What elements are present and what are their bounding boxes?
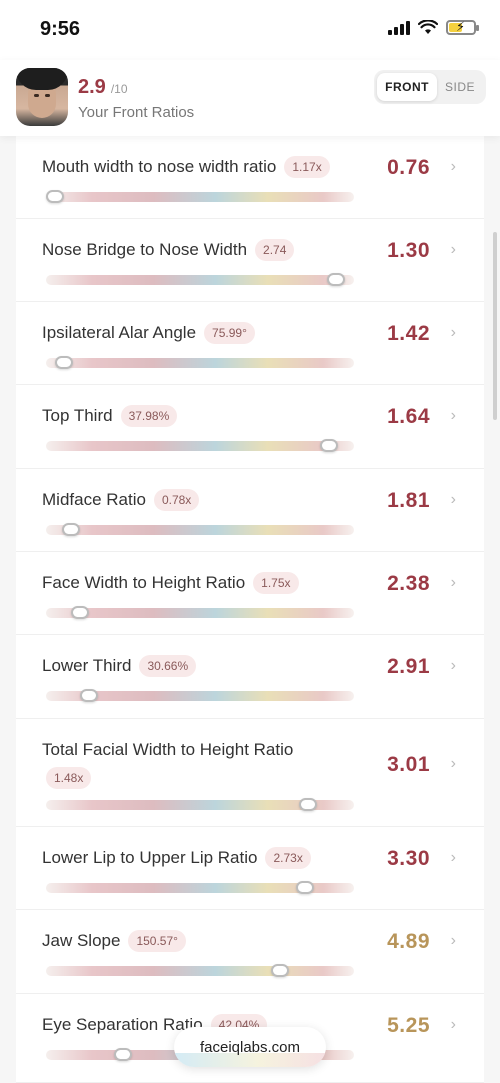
ratios-list: Mouth width to nose width ratio 1.17x 0.… [16, 136, 484, 1083]
view-toggle: FRONT SIDE [374, 70, 486, 104]
ratio-range-bar [46, 689, 354, 702]
ratio-measurement-badge: 0.78x [153, 489, 200, 511]
ratio-score: 1.64 [387, 405, 430, 428]
ratio-measurement-badge: 75.99° [204, 322, 255, 344]
ratio-position-marker [70, 606, 89, 619]
chevron-right-icon: › [450, 1016, 456, 1033]
chevron-right-icon: › [450, 849, 456, 866]
header: 2.9 /10 Your Front Ratios FRONT SIDE [0, 60, 500, 136]
ratio-score: 3.30 [387, 847, 430, 870]
ratio-score: 2.38 [387, 572, 430, 595]
ratio-position-marker [61, 523, 80, 536]
chevron-right-icon: › [450, 657, 456, 674]
ratio-measurement-badge: 150.57° [128, 930, 186, 952]
ratio-name: Eye Separation Ratio [42, 1015, 203, 1034]
ratio-row[interactable]: Jaw Slope 150.57° 4.89 › [16, 910, 484, 994]
ratio-position-marker [298, 798, 317, 811]
ratio-score: 1.81 [387, 489, 430, 512]
ratio-measurement-badge: 2.73x [265, 847, 311, 869]
url-bar[interactable]: faceiqlabs.com [174, 1027, 326, 1067]
ratio-range-bar [46, 439, 354, 452]
cellular-signal-icon [388, 20, 410, 35]
ratio-name: Mouth width to nose width ratio [42, 157, 277, 176]
chevron-right-icon: › [450, 755, 456, 772]
ratio-measurement-badge: 1.17x [284, 156, 330, 178]
ratio-position-marker [271, 964, 290, 977]
ratio-measurement-badge: 1.75x [253, 572, 299, 594]
ratio-name: Lower Lip to Upper Lip Ratio [42, 848, 258, 867]
ratio-range-bar [46, 273, 354, 286]
ratio-measurement-badge: 37.98% [120, 405, 178, 427]
avatar[interactable] [16, 68, 68, 126]
ratio-score: 1.42 [387, 322, 430, 345]
ratio-measurement-badge: 2.74 [255, 239, 295, 261]
chevron-right-icon: › [450, 407, 456, 424]
ratio-row[interactable]: Nose Bridge to Nose Width 2.74 1.30 › [16, 219, 484, 302]
chevron-right-icon: › [450, 324, 456, 341]
tab-front[interactable]: FRONT [377, 73, 437, 101]
ratio-row[interactable]: Top Third 37.98% 1.64 › [16, 385, 484, 469]
ratio-row[interactable]: Mouth width to nose width ratio 1.17x 0.… [16, 136, 484, 219]
chevron-right-icon: › [450, 574, 456, 591]
battery-icon: ⚡ [446, 19, 479, 35]
ratio-row[interactable]: Ipsilateral Alar Angle 75.99° 1.42 › [16, 302, 484, 385]
ratio-position-marker [326, 273, 345, 286]
ratio-name: Nose Bridge to Nose Width [42, 240, 248, 259]
ratio-score: 0.76 [387, 156, 430, 179]
ratio-row[interactable]: Face Width to Height Ratio 1.75x 2.38 › [16, 552, 484, 635]
url-text: faceiqlabs.com [199, 1038, 301, 1056]
status-icons: ⚡ [388, 19, 479, 35]
ratio-score: 4.89 [387, 930, 430, 953]
score-value: 2.9 [78, 76, 106, 98]
status-time: 9:56 [40, 18, 81, 40]
ratio-position-marker [55, 356, 74, 369]
ratio-position-marker [295, 881, 314, 894]
wifi-icon [418, 20, 438, 34]
ratio-score: 5.25 [387, 1014, 430, 1037]
ratio-position-marker [320, 439, 339, 452]
ratio-range-bar [46, 881, 354, 894]
ratio-position-marker [114, 1048, 132, 1061]
ratio-position-marker [80, 689, 99, 702]
ratio-name: Ipsilateral Alar Angle [42, 323, 197, 342]
ratio-row[interactable]: Lower Third 30.66% 2.91 › [16, 635, 484, 719]
ratio-score: 2.91 [387, 655, 430, 678]
tab-side[interactable]: SIDE [437, 73, 483, 101]
ratio-row[interactable]: Lower Lip to Upper Lip Ratio 2.73x 3.30 … [16, 827, 484, 910]
ratio-range-bar [46, 356, 354, 369]
ratio-measurement-badge: 30.66% [139, 655, 197, 677]
status-bar: 9:56 ⚡ [0, 0, 500, 60]
page-subtitle: Your Front Ratios [78, 104, 195, 121]
ratio-range-bar [46, 523, 354, 536]
ratio-range-bar [46, 964, 354, 977]
ratio-measurement-badge: 1.48x [46, 767, 92, 789]
chevron-right-icon: › [450, 932, 456, 949]
chevron-right-icon: › [450, 491, 456, 508]
ratio-name: Midface Ratio [42, 490, 146, 509]
ratio-name: Lower Third [42, 656, 132, 675]
ratio-range-bar [46, 190, 354, 203]
ratio-score: 1.30 [387, 239, 430, 262]
scrollbar[interactable] [493, 232, 497, 420]
ratio-name: Face Width to Height Ratio [42, 573, 246, 592]
ratio-row[interactable]: Total Facial Width to Height Ratio 1.48x… [16, 719, 484, 827]
ratio-name: Top Third [42, 406, 113, 425]
ratio-range-bar [46, 606, 354, 619]
score-max: /10 [110, 82, 128, 96]
ratio-name: Total Facial Width to Height Ratio [42, 740, 294, 759]
chevron-right-icon: › [450, 241, 456, 258]
ratio-name: Jaw Slope [42, 931, 121, 950]
chevron-right-icon: › [450, 158, 456, 175]
ratio-score: 3.01 [387, 753, 430, 776]
ratio-position-marker [46, 190, 65, 203]
overall-score: 2.9 /10 [78, 76, 128, 99]
ratio-range-bar [46, 798, 354, 811]
ratio-row[interactable]: Midface Ratio 0.78x 1.81 › [16, 469, 484, 552]
